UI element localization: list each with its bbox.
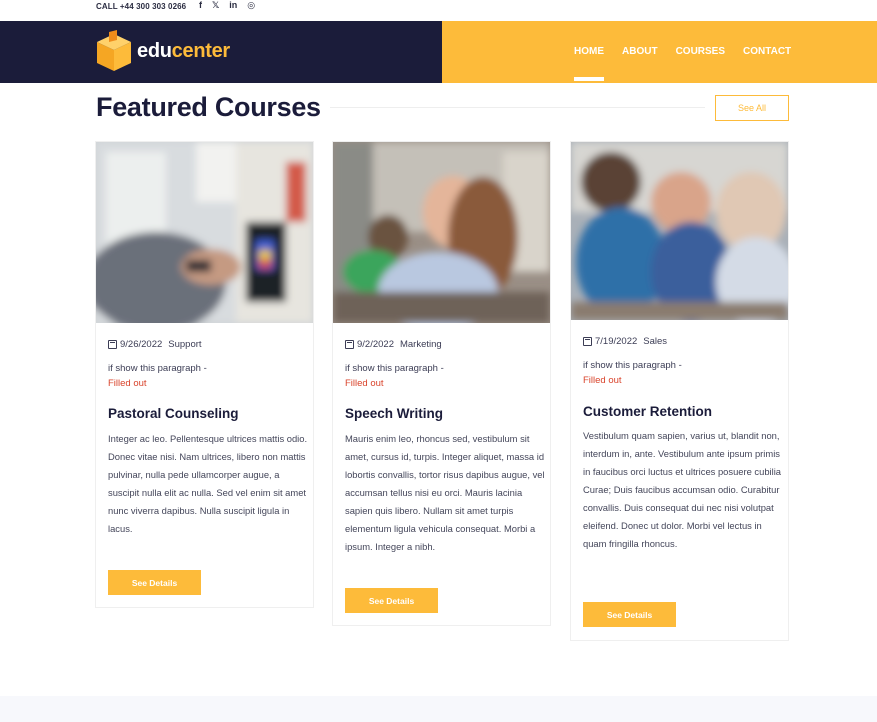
instagram-icon[interactable]: ◎ <box>247 0 255 11</box>
course-description: Integer ac leo. Pellentesque ultrices ma… <box>108 433 308 534</box>
course-title[interactable]: Customer Retention <box>583 404 712 419</box>
facebook-icon[interactable]: f <box>199 0 202 11</box>
main-nav: HOME ABOUT COURSES CONTACT <box>574 46 791 81</box>
calendar-icon <box>108 340 117 349</box>
nav-contact[interactable]: CONTACT <box>743 46 791 57</box>
site-header: educenter HOME ABOUT COURSES CONTACT <box>0 21 877 83</box>
course-meta: 9/26/2022 Support <box>108 339 202 350</box>
course-category: Support <box>168 339 202 350</box>
course-paragraph: if show this paragraph - <box>345 363 444 374</box>
twitter-icon[interactable]: 𝕏 <box>212 0 219 11</box>
course-card: 7/19/2022 Sales if show this paragraph -… <box>570 141 789 641</box>
section-title: Featured Courses <box>96 92 321 122</box>
see-all-button[interactable]: See All <box>715 95 789 121</box>
course-title[interactable]: Pastoral Counseling <box>108 406 239 421</box>
phone-number: CALL +44 300 303 0266 <box>96 2 187 11</box>
course-category: Marketing <box>399 339 442 350</box>
site-logo[interactable]: educenter <box>95 30 230 72</box>
see-details-button[interactable]: See Details <box>345 588 438 613</box>
cube-logo-icon <box>97 30 131 71</box>
course-image[interactable] <box>333 142 550 323</box>
course-date: 9/2/2022 <box>357 339 394 350</box>
section-divider <box>330 107 705 108</box>
course-meta: 9/2/2022 Marketing <box>345 339 442 350</box>
linkedin-icon[interactable]: in <box>229 0 237 11</box>
see-details-button[interactable]: See Details <box>583 602 676 627</box>
course-title[interactable]: Speech Writing <box>345 406 443 421</box>
course-date: 9/26/2022 <box>120 339 163 350</box>
course-description: Mauris enim leo, rhoncus sed, vestibulum… <box>345 433 545 552</box>
course-paragraph: if show this paragraph - <box>583 360 682 371</box>
course-paragraph: if show this paragraph - <box>108 363 207 374</box>
course-card: 9/26/2022 Support if show this paragraph… <box>95 141 314 608</box>
course-meta: 7/19/2022 Sales <box>583 336 667 347</box>
top-info-bar: CALL +44 300 303 0266 f 𝕏 in ◎ <box>0 0 877 21</box>
see-details-button[interactable]: See Details <box>108 570 201 595</box>
course-image[interactable] <box>571 142 788 320</box>
course-status: Filled out <box>583 375 622 386</box>
nav-about[interactable]: ABOUT <box>622 46 658 57</box>
course-status: Filled out <box>108 378 147 389</box>
course-description: Vestibulum quam sapien, varius ut, bland… <box>583 430 782 549</box>
course-card: 9/2/2022 Marketing if show this paragrap… <box>332 141 551 626</box>
course-category: Sales <box>643 336 668 347</box>
social-links: f 𝕏 in ◎ <box>199 0 255 11</box>
course-image[interactable] <box>96 142 313 323</box>
course-date: 7/19/2022 <box>595 336 638 347</box>
calendar-icon <box>583 337 592 346</box>
course-status: Filled out <box>345 378 384 389</box>
calendar-icon <box>345 340 354 349</box>
logo-wordmark: educenter <box>137 39 230 62</box>
nav-courses[interactable]: COURSES <box>676 46 725 57</box>
nav-home[interactable]: HOME <box>574 46 604 81</box>
footer-strip <box>0 696 877 722</box>
